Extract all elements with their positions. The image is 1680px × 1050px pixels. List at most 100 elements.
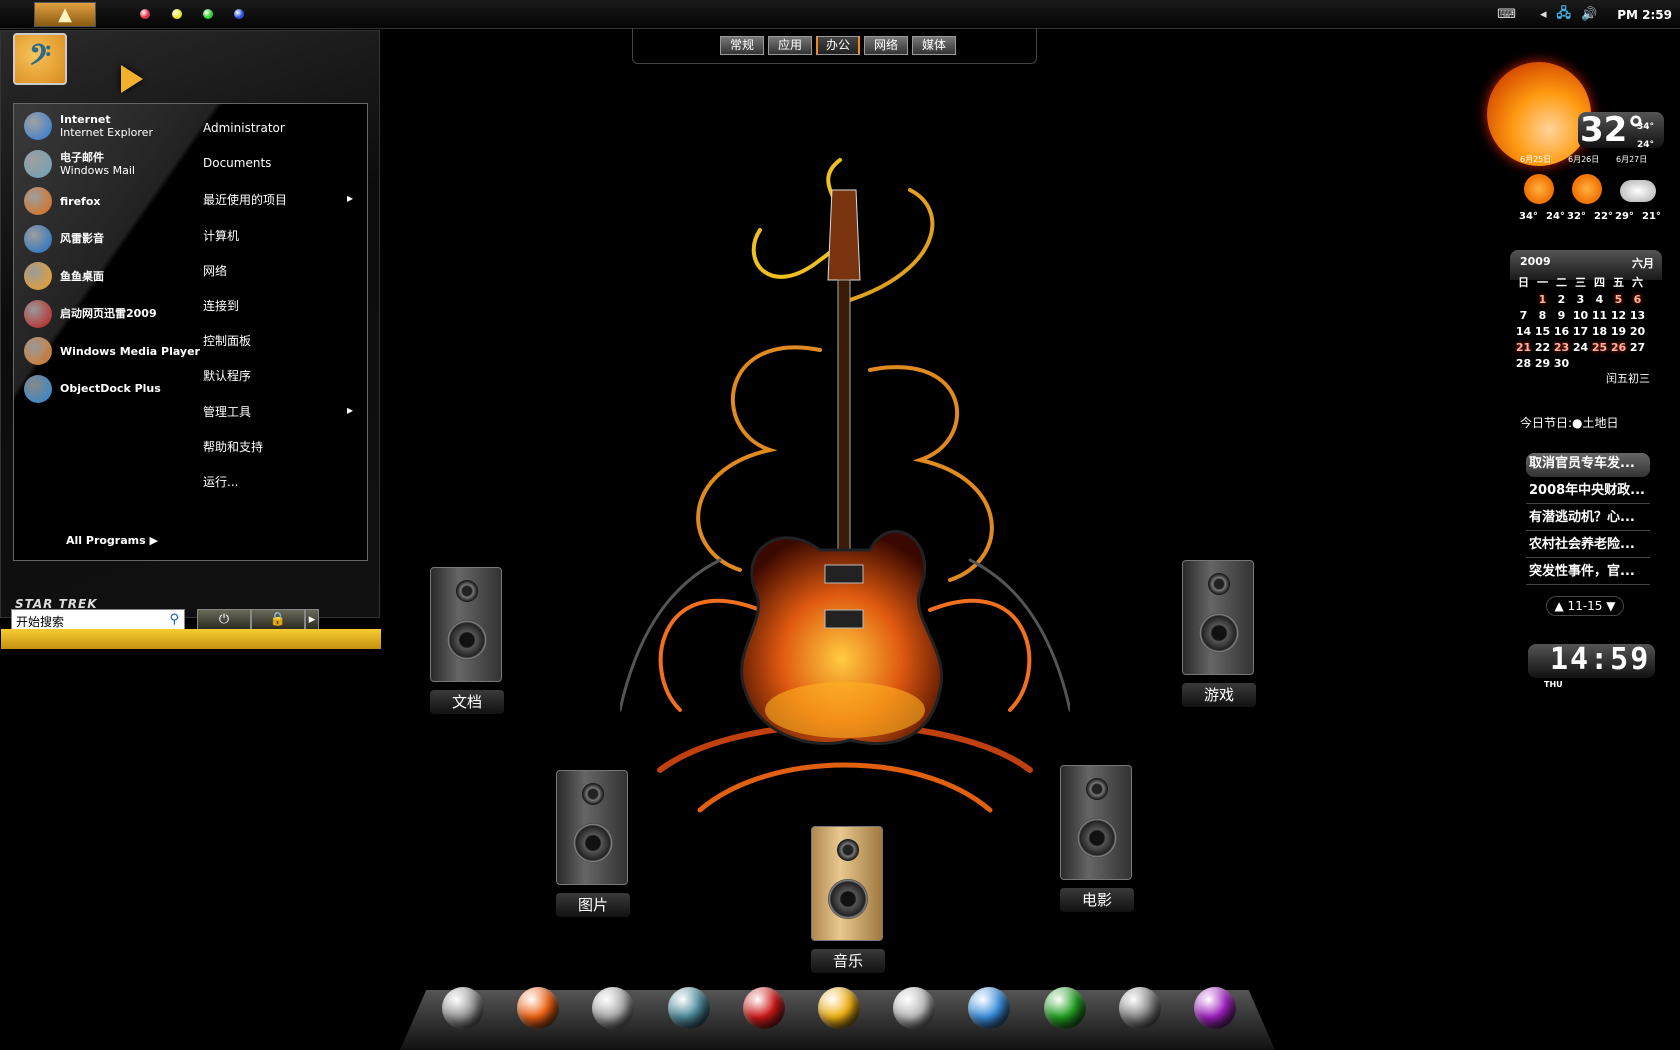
calendar-day[interactable]: 21: [1514, 341, 1533, 354]
desktop-folder[interactable]: 文档: [430, 567, 504, 714]
calendar-day[interactable]: 23: [1552, 341, 1571, 354]
pinned-item[interactable]: ObjectDock Plus: [24, 374, 161, 403]
start-menu-link[interactable]: Documents: [203, 156, 353, 170]
play-arrow-icon: [121, 65, 143, 93]
calendar-day[interactable]: 17: [1571, 325, 1590, 338]
news-item[interactable]: 突发性事件，官...: [1526, 561, 1650, 585]
pinned-item[interactable]: Windows Media Player: [24, 337, 200, 365]
clock-time: 14:59: [1550, 642, 1651, 677]
calendar-day[interactable]: 9: [1552, 309, 1571, 322]
shutdown-options-button[interactable]: ▸: [305, 609, 319, 630]
calendar-day[interactable]: 13: [1628, 309, 1647, 322]
start-menu-link[interactable]: 帮助和支持: [203, 438, 353, 455]
start-menu-link[interactable]: 运行...: [203, 473, 353, 490]
start-menu-link[interactable]: 管理工具 ▸: [203, 403, 353, 420]
calendar-day[interactable]: 11: [1590, 309, 1609, 322]
calendar-day[interactable]: 27: [1628, 341, 1647, 354]
start-button[interactable]: ▲: [34, 2, 96, 27]
desktop-folder[interactable]: 电影: [1060, 765, 1134, 912]
network-icon[interactable]: 🖧: [1557, 4, 1572, 26]
blue-dot-icon[interactable]: [234, 9, 244, 19]
pinned-item-title: Windows Media Player: [60, 344, 200, 358]
calendar-day[interactable]: 29: [1533, 357, 1552, 370]
calendar-day[interactable]: 15: [1533, 325, 1552, 338]
desktop-folder[interactable]: 音乐: [811, 826, 885, 973]
heart-icon[interactable]: [742, 987, 785, 1029]
calendar-day[interactable]: 16: [1552, 325, 1571, 338]
calendar-day[interactable]: 2: [1552, 293, 1571, 306]
fire-icon[interactable]: [517, 987, 560, 1029]
forecast-low: 21°: [1642, 211, 1661, 222]
tab-1[interactable]: 应用: [768, 36, 812, 55]
tree-icon[interactable]: [1043, 987, 1086, 1029]
all-programs-button[interactable]: All Programs ▶: [66, 534, 158, 547]
calendar-day[interactable]: 10: [1571, 309, 1590, 322]
news-item[interactable]: 取消官员专车发...: [1526, 453, 1650, 477]
calendar-day[interactable]: 4: [1590, 293, 1609, 306]
pinned-item[interactable]: 风雷影音: [24, 224, 104, 253]
moon-icon[interactable]: [893, 987, 936, 1029]
calendar-day[interactable]: 19: [1609, 325, 1628, 338]
calendar-day[interactable]: 25: [1590, 341, 1609, 354]
guitar-wallpaper: [620, 158, 1070, 813]
pinned-item[interactable]: 启动网页迅雷2009: [24, 299, 157, 328]
start-menu-link[interactable]: 最近使用的项目 ▸: [203, 191, 353, 208]
weekday-header: 三: [1575, 276, 1586, 289]
calendar-day[interactable]: 26: [1609, 341, 1628, 354]
lock-button[interactable]: 🔒: [251, 609, 305, 630]
volume-icon[interactable]: 🔊: [1581, 7, 1597, 22]
calendar-day[interactable]: 5: [1609, 293, 1628, 306]
pinned-item[interactable]: 电子邮件 Windows Mail: [24, 149, 135, 178]
keyboard-icon[interactable]: ⌨: [1497, 7, 1516, 22]
calendar-day[interactable]: 14: [1514, 325, 1533, 338]
yellow-dot-icon[interactable]: [172, 9, 182, 19]
power-button[interactable]: ⏻: [197, 609, 251, 630]
start-menu-link[interactable]: Administrator: [203, 121, 353, 135]
pinned-item[interactable]: Internet Internet Explorer: [24, 112, 153, 140]
news-item[interactable]: 有潜逃动机？心...: [1526, 507, 1650, 531]
thunder-icon: [24, 299, 52, 328]
pinned-item[interactable]: 鱼鱼桌面: [24, 262, 104, 290]
tab-2[interactable]: 办公: [816, 36, 860, 55]
desktop-folder[interactable]: 图片: [556, 770, 630, 917]
tab-3[interactable]: 网络: [864, 36, 908, 55]
tab-0[interactable]: 常规: [720, 36, 764, 55]
calendar-day[interactable]: 1: [1533, 293, 1552, 306]
calendar-day[interactable]: 8: [1533, 309, 1552, 322]
sun-icon[interactable]: [818, 987, 860, 1029]
calendar-day[interactable]: 12: [1609, 309, 1628, 322]
user-avatar[interactable]: 𝄢: [13, 33, 67, 85]
red-dot-icon[interactable]: [140, 9, 150, 19]
news-item[interactable]: 农村社会养老险...: [1526, 534, 1650, 558]
start-search-input[interactable]: 开始搜索 ⚲: [11, 609, 185, 631]
start-menu-link[interactable]: 控制面板: [203, 332, 353, 349]
calendar-day[interactable]: 28: [1514, 357, 1533, 370]
tray-clock[interactable]: PM 2:59: [1617, 8, 1672, 22]
news-pager[interactable]: ▲ 11-15 ▼: [1546, 596, 1624, 616]
calendar-day[interactable]: 22: [1533, 341, 1552, 354]
calendar-day[interactable]: 30: [1552, 357, 1571, 370]
start-menu-link[interactable]: 默认程序: [203, 367, 353, 384]
gear-icon[interactable]: [1118, 987, 1161, 1029]
folder-label: 电影: [1060, 888, 1134, 912]
calendar-day[interactable]: 6: [1628, 293, 1647, 306]
news-item[interactable]: 2008年中央财政...: [1526, 480, 1650, 504]
calendar-day[interactable]: 3: [1571, 293, 1590, 306]
purple-orb-icon[interactable]: [1194, 987, 1236, 1029]
search-icon[interactable]: ⚲: [169, 612, 179, 627]
calendar-day[interactable]: 18: [1590, 325, 1609, 338]
green-dot-icon[interactable]: [203, 9, 213, 19]
pinned-item[interactable]: firefox: [24, 187, 100, 215]
start-menu-link[interactable]: 计算机: [203, 227, 353, 244]
skull-icon[interactable]: [442, 987, 484, 1029]
calendar-day[interactable]: 20: [1628, 325, 1647, 338]
lightning-icon[interactable]: [667, 987, 710, 1029]
calendar-day[interactable]: 24: [1571, 341, 1590, 354]
start-menu-link[interactable]: 网络: [203, 262, 353, 279]
chevron-left-icon[interactable]: ◂: [1540, 7, 1547, 22]
pinned-item-title: 电子邮件: [60, 150, 104, 164]
calendar-day[interactable]: 7: [1514, 309, 1533, 322]
start-menu-link[interactable]: 连接到: [203, 297, 353, 314]
tab-4[interactable]: 媒体: [912, 36, 956, 55]
desktop-folder[interactable]: 游戏: [1182, 560, 1256, 707]
